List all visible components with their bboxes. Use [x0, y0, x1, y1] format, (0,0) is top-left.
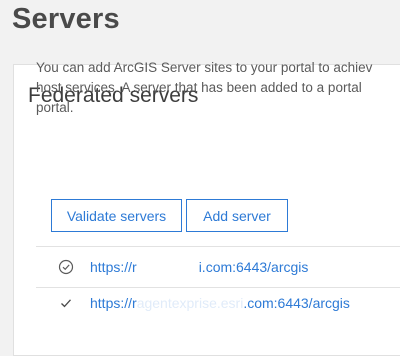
page-title: Servers: [12, 3, 120, 35]
divider: [36, 246, 400, 247]
add-server-button[interactable]: Add server: [186, 199, 288, 232]
circle-check-icon: [58, 259, 74, 275]
section-description: You can add ArcGIS Server sites to your …: [36, 58, 396, 124]
server-url-redacted: agentexprise.esri: [136, 295, 244, 311]
server-row: https://ragentexprise.esri.com:6443/arcg…: [58, 293, 350, 313]
server-url-prefix: https://r: [90, 295, 137, 311]
description-line: portal.: [36, 100, 74, 115]
server-url-suffix: .com:6443/arcgis: [243, 295, 350, 311]
validate-servers-button[interactable]: Validate servers: [51, 199, 182, 232]
server-url-prefix: https://r: [90, 259, 137, 275]
server-url-suffix: i.com:6443/arcgis: [198, 259, 309, 275]
description-line: host services. A server that has been ad…: [36, 80, 362, 95]
server-url-link[interactable]: https://r i.com:6443/arcgis: [90, 259, 308, 275]
description-line: You can add ArcGIS Server sites to your …: [36, 60, 373, 75]
server-row: https://r i.com:6443/arcgis: [58, 257, 308, 277]
server-url-link[interactable]: https://ragentexprise.esri.com:6443/arcg…: [90, 295, 350, 311]
divider: [36, 287, 400, 288]
check-icon: [58, 295, 74, 311]
